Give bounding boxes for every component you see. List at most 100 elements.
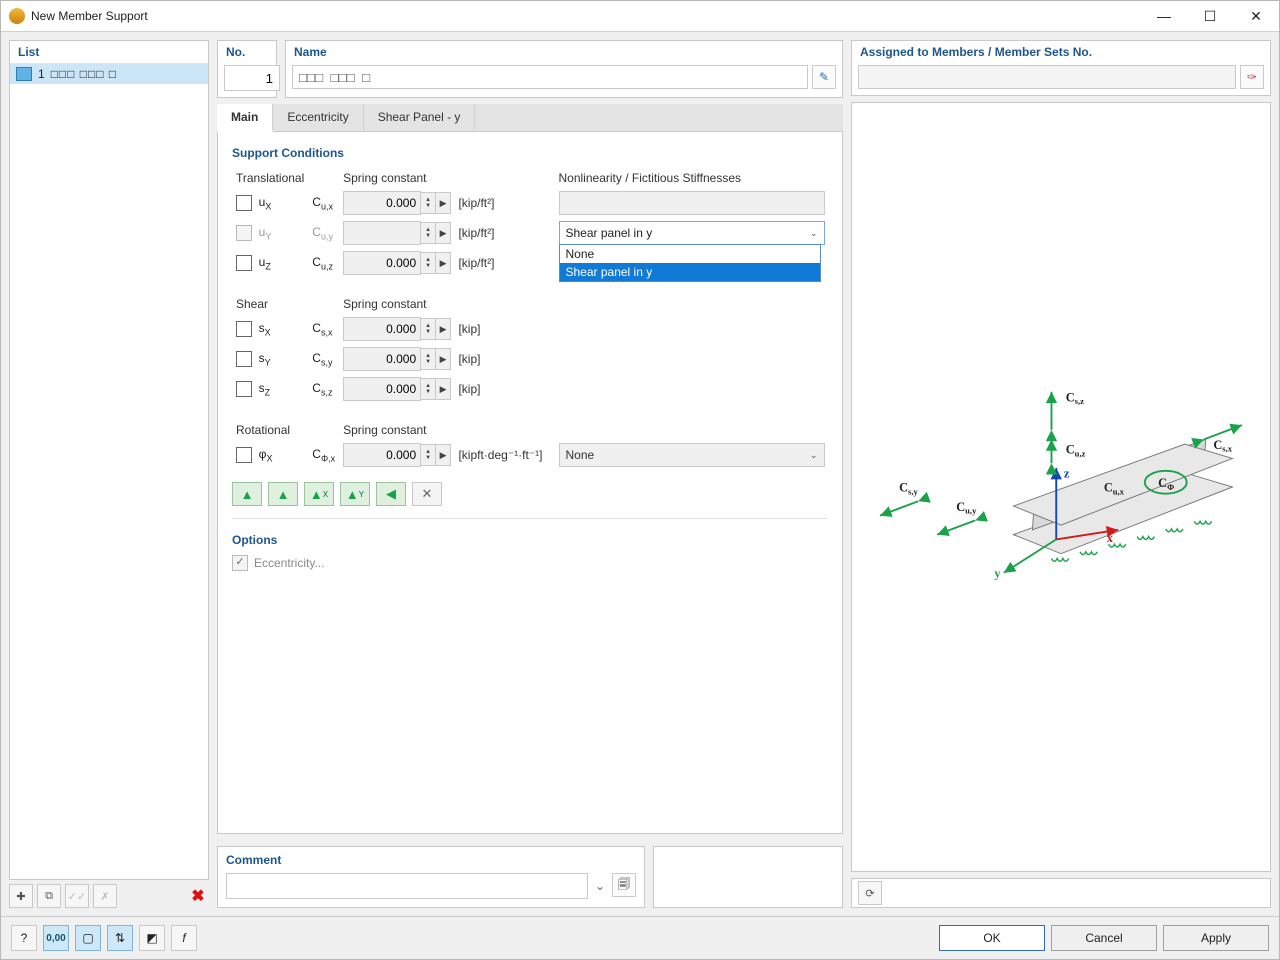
check-button[interactable]: ✓✓ [65, 884, 89, 908]
spring-ux-input[interactable] [343, 191, 421, 215]
spinner-icon[interactable]: ▲▼ [421, 444, 436, 466]
spring-uy-input [343, 221, 421, 245]
preset-none-button[interactable]: ✕ [412, 482, 442, 506]
spinner-icon[interactable]: ▲▼ [421, 192, 436, 214]
fx-button[interactable]: f [171, 925, 197, 951]
window-maximize-button[interactable]: ☐ [1187, 1, 1233, 31]
spring-phix-input[interactable] [343, 443, 421, 467]
name-input[interactable] [292, 65, 808, 89]
preset-y-button[interactable]: ▲Y [340, 482, 370, 506]
apply-button[interactable]: Apply [1163, 925, 1269, 951]
nonlinearity-label: Nonlinearity / Fictitious Stiffnesses [555, 168, 829, 188]
spring-sy-input[interactable] [343, 347, 421, 371]
cancel-button[interactable]: Cancel [1051, 925, 1157, 951]
window-close-button[interactable]: ✕ [1233, 1, 1279, 31]
help-button[interactable]: ? [11, 925, 37, 951]
dialog-footer: ? 0,00 ▢ ⇅ ◩ f OK Cancel Apply [1, 916, 1279, 959]
preview-refresh-button[interactable]: ⟳ [858, 881, 882, 905]
svg-text:Cs,z: Cs,z [1066, 390, 1084, 406]
dropdown-option-none[interactable]: None [560, 245, 820, 263]
checkbox-phix[interactable] [236, 447, 252, 463]
spring-constant-label-1: Spring constant [339, 168, 546, 188]
comment-title: Comment [218, 847, 644, 873]
edit-name-button[interactable]: ✎ [812, 65, 836, 89]
tab-main[interactable]: Main [217, 104, 273, 132]
ok-button[interactable]: OK [939, 925, 1045, 951]
units-button[interactable]: 0,00 [43, 925, 69, 951]
dialog-window: New Member Support — ☐ ✕ List 1 □□□ □□□ … [0, 0, 1280, 960]
chevron-down-icon[interactable]: ⌄ [592, 879, 608, 893]
preview-toolbar: ⟳ [851, 878, 1271, 908]
view-1-button[interactable]: ▢ [75, 925, 101, 951]
tab-shear-panel-y[interactable]: Shear Panel - y [364, 104, 476, 131]
no-input[interactable] [224, 65, 280, 91]
svg-text:Cu,y: Cu,y [956, 500, 977, 516]
spring-sz-input[interactable] [343, 377, 421, 401]
assigned-input[interactable] [858, 65, 1236, 89]
eccentricity-label: Eccentricity... [254, 556, 324, 570]
list-row[interactable]: 1 □□□ □□□ □ [10, 64, 208, 84]
list-row-index: 1 [38, 67, 45, 81]
copy-item-button[interactable]: ⧉ [37, 884, 61, 908]
svg-text:Cu,z: Cu,z [1066, 443, 1086, 459]
new-item-button[interactable]: ✚ [9, 884, 33, 908]
arrow-right-icon[interactable]: ▶ [436, 348, 451, 370]
checkbox-sx[interactable] [236, 321, 252, 337]
no-box: No. [217, 40, 277, 98]
spring-uz-input[interactable] [343, 251, 421, 275]
spring-sx-input[interactable] [343, 317, 421, 341]
dropdown-option-shear-panel-y[interactable]: Shear panel in y [560, 263, 820, 281]
spinner-icon[interactable]: ▲▼ [421, 318, 436, 340]
spinner-icon[interactable]: ▲▼ [421, 348, 436, 370]
view-2-button[interactable]: ⇅ [107, 925, 133, 951]
refresh-icon: ⟳ [865, 887, 874, 900]
preview-panel: Cs,z Cu,z Cs,x Cu,x Cs,y Cu,y CΦ z x y [851, 102, 1271, 872]
delete-item-button[interactable]: ✖ [187, 885, 209, 907]
tab-main-body: Support Conditions Translational Spring … [217, 132, 843, 834]
window-title: New Member Support [31, 9, 148, 23]
window-minimize-button[interactable]: — [1141, 1, 1187, 31]
uncheck-button[interactable]: ✗ [93, 884, 117, 908]
spinner-icon[interactable]: ▲▼ [421, 378, 436, 400]
list-row-text: □□□ □□□ □ [51, 67, 117, 81]
square-icon: ▢ [82, 931, 93, 945]
nonlinearity-ux-combo[interactable] [559, 191, 825, 215]
checkbox-ux[interactable] [236, 195, 252, 211]
nonlinearity-phix-combo[interactable]: None⌄ [559, 443, 825, 467]
svg-text:x: x [1107, 531, 1114, 545]
tab-eccentricity[interactable]: Eccentricity [273, 104, 363, 131]
no-label: No. [218, 41, 276, 61]
svg-text:z: z [1064, 466, 1070, 480]
arrow-right-icon[interactable]: ▶ [436, 318, 451, 340]
preset-fixed-button[interactable]: ▲ [268, 482, 298, 506]
arrow-right-icon: ▶ [436, 222, 451, 244]
spinner-icon[interactable]: ▲▼ [421, 252, 436, 274]
titlebar: New Member Support — ☐ ✕ [1, 1, 1279, 32]
cursor-pick-icon: ✑ [1247, 70, 1257, 84]
support-preview-svg: Cs,z Cu,z Cs,x Cu,x Cs,y Cu,y CΦ z x y [861, 287, 1261, 687]
comment-input[interactable] [226, 873, 588, 899]
help-icon: ? [21, 931, 28, 945]
list-toolbar: ✚ ⧉ ✓✓ ✗ ✖ [9, 884, 209, 908]
preset-x-button[interactable]: ▲X [304, 482, 334, 506]
name-label: Name [286, 41, 842, 61]
list-swatch-icon [16, 67, 32, 81]
arrow-right-icon[interactable]: ▶ [436, 192, 451, 214]
arrow-right-icon[interactable]: ▶ [436, 252, 451, 274]
chevron-down-icon: ⌄ [810, 450, 818, 461]
checkbox-sz[interactable] [236, 381, 252, 397]
pick-members-button[interactable]: ✑ [1240, 65, 1264, 89]
list-header: List [10, 41, 208, 64]
arrow-right-icon[interactable]: ▶ [436, 444, 451, 466]
preset-4-button[interactable]: ◀ [376, 482, 406, 506]
checkbox-eccentricity [232, 555, 248, 571]
chevron-down-icon: ⌄ [810, 228, 818, 239]
arrow-right-icon[interactable]: ▶ [436, 378, 451, 400]
nonlinearity-uy-combo[interactable]: Shear panel in y⌄ None Shear panel in y [559, 221, 825, 245]
preset-hinged-button[interactable]: ▲ [232, 482, 262, 506]
checkbox-uz[interactable] [236, 255, 252, 271]
comment-library-button[interactable]: 🗐 [612, 873, 636, 897]
spring-constant-label-3: Spring constant [339, 420, 546, 440]
checkbox-sy[interactable] [236, 351, 252, 367]
view-3-button[interactable]: ◩ [139, 925, 165, 951]
